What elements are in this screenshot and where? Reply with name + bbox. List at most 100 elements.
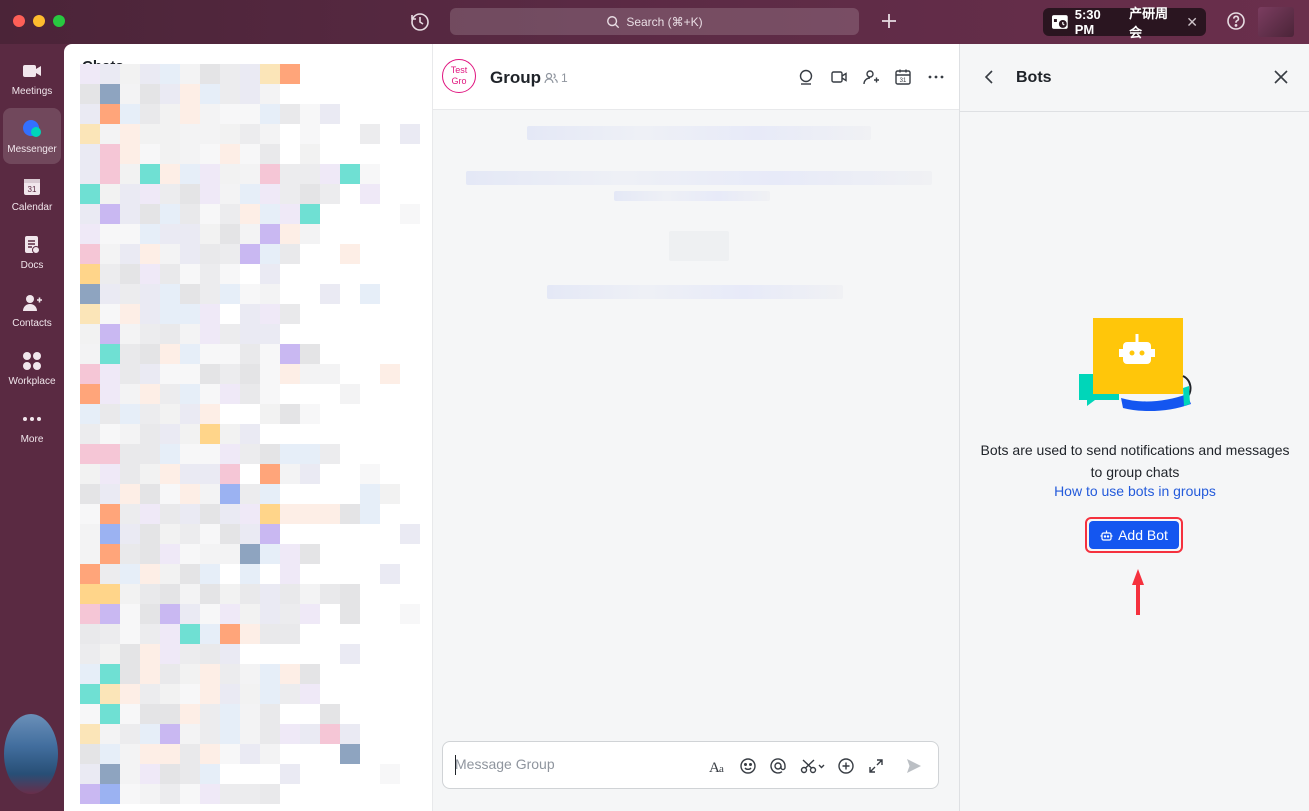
screenshot-scissors-icon[interactable] (799, 756, 827, 776)
mosaic-cell (320, 364, 340, 384)
mosaic-cell (340, 384, 360, 404)
mosaic-cell (160, 164, 180, 184)
mosaic-cell (120, 484, 140, 504)
mosaic-cell (200, 344, 220, 364)
mosaic-cell (80, 764, 100, 784)
mosaic-cell (120, 524, 140, 544)
message-input[interactable]: Message Group (455, 756, 555, 772)
send-icon[interactable] (904, 756, 924, 776)
mosaic-cell (280, 344, 300, 364)
mosaic-cell (80, 224, 100, 244)
mosaic-cell (340, 744, 360, 764)
mosaic-cell (400, 204, 420, 224)
rail-item-messenger[interactable]: Messenger (3, 108, 61, 164)
bots-help-link[interactable]: How to use bots in groups (980, 483, 1290, 499)
plus-icon[interactable] (878, 10, 900, 32)
mosaic-cell (260, 404, 280, 424)
mosaic-cell (300, 404, 320, 424)
mosaic-cell (140, 504, 160, 524)
mosaic-cell (200, 564, 220, 584)
mosaic-cell (240, 324, 260, 344)
more-options-icon[interactable] (927, 68, 945, 86)
mosaic-cell (260, 604, 280, 624)
mosaic-cell (100, 584, 120, 604)
rail-item-workplace[interactable]: Workplace (0, 340, 64, 396)
video-call-icon[interactable] (830, 68, 848, 86)
bots-header: Bots (960, 44, 1309, 112)
add-bot-button[interactable]: Add Bot (1089, 521, 1179, 549)
profile-avatar[interactable] (1258, 7, 1294, 37)
mosaic-cell (80, 244, 100, 264)
mosaic-cell (100, 464, 120, 484)
mosaic-cell (80, 644, 100, 664)
expand-icon[interactable] (866, 756, 886, 776)
mosaic-cell (220, 544, 240, 564)
mosaic-cell (200, 64, 220, 84)
zoom-window-button[interactable] (53, 15, 65, 27)
mosaic-cell (160, 544, 180, 564)
back-icon[interactable] (980, 68, 998, 86)
mosaic-cell (100, 504, 120, 524)
mosaic-cell (160, 764, 180, 784)
mosaic-cell (180, 464, 200, 484)
rail-item-calendar[interactable]: 31 Calendar (0, 166, 64, 222)
history-icon[interactable] (408, 10, 432, 34)
rail-item-contacts[interactable]: Contacts (0, 282, 64, 338)
mosaic-cell (100, 84, 120, 104)
mosaic-cell (320, 724, 340, 744)
mosaic-cell (160, 584, 180, 604)
members-icon (544, 72, 558, 84)
close-icon[interactable]: ✕ (1186, 14, 1198, 31)
group-name[interactable]: Group (490, 68, 541, 88)
rail-item-docs[interactable]: Docs (0, 224, 64, 280)
group-avatar[interactable]: Test Gro (442, 59, 476, 93)
mosaic-cell (260, 104, 280, 124)
add-attachment-icon[interactable] (836, 756, 856, 776)
mosaic-cell (240, 444, 260, 464)
close-window-button[interactable] (13, 15, 25, 27)
minimize-window-button[interactable] (33, 15, 45, 27)
text-format-icon[interactable]: Aa (708, 756, 728, 776)
mosaic-cell (140, 84, 160, 104)
close-icon[interactable] (1272, 68, 1290, 86)
mosaic-cell (300, 344, 320, 364)
global-search-bar[interactable]: Search (⌘+K) (450, 8, 859, 35)
calendar-icon[interactable]: 31 (894, 68, 912, 86)
user-avatar[interactable] (4, 714, 58, 794)
emoji-icon[interactable] (738, 756, 758, 776)
mosaic-cell (200, 604, 220, 624)
mosaic-cell (220, 464, 240, 484)
mosaic-cell (200, 84, 220, 104)
mosaic-cell (400, 124, 420, 144)
message-composer[interactable]: Message Group Aa (442, 741, 939, 789)
bots-description: Bots are used to send notifications and … (980, 442, 1290, 480)
mosaic-cell (280, 724, 300, 744)
add-bot-highlight: Add Bot (1085, 517, 1183, 553)
mosaic-cell (320, 444, 340, 464)
mosaic-cell (240, 784, 260, 804)
mosaic-cell (200, 164, 220, 184)
mosaic-cell (200, 764, 220, 784)
mosaic-cell (80, 664, 100, 684)
upcoming-meeting-pill[interactable]: 5:30 PM 产研周会 ✕ (1043, 6, 1206, 40)
mosaic-cell (140, 64, 160, 84)
mosaic-cell (140, 564, 160, 584)
chat-panel: Test Gro Group 1 31 Message Group Aa (432, 44, 960, 811)
rail-item-more[interactable]: More (0, 398, 64, 454)
add-member-icon[interactable] (862, 68, 880, 86)
member-count[interactable]: 1 (544, 71, 568, 85)
mosaic-cell (100, 724, 120, 744)
mosaic-cell (80, 464, 100, 484)
mosaic-cell (80, 724, 100, 744)
svg-text:31: 31 (28, 185, 37, 194)
mosaic-cell (160, 244, 180, 264)
mosaic-cell (80, 104, 100, 124)
mosaic-cell (100, 324, 120, 344)
mosaic-cell (100, 304, 120, 324)
mosaic-cell (220, 504, 240, 524)
mosaic-cell (80, 744, 100, 764)
search-chat-icon[interactable] (797, 68, 815, 86)
help-icon[interactable] (1226, 11, 1246, 31)
mention-icon[interactable] (768, 756, 788, 776)
rail-item-meetings[interactable]: Meetings (0, 50, 64, 106)
